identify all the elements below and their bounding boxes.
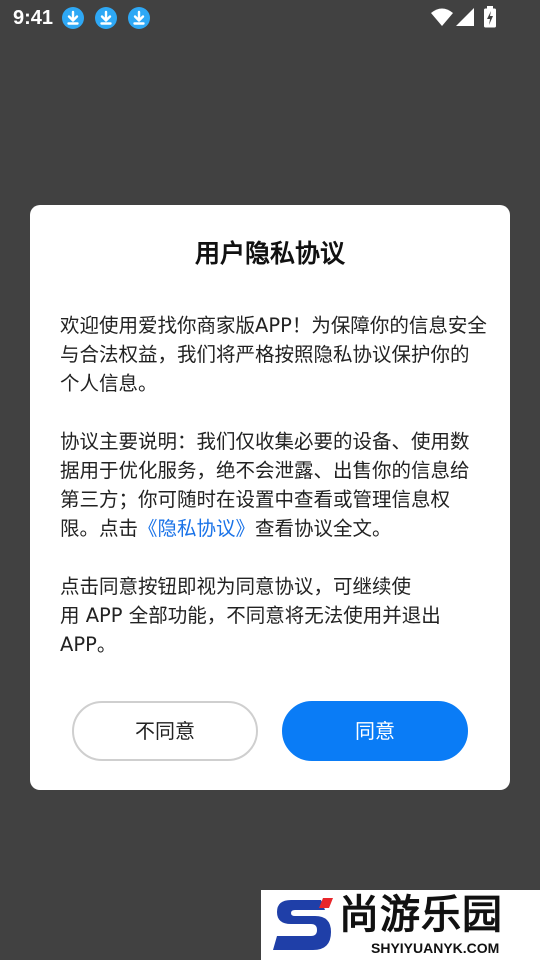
privacy-dialog: 用户隐私协议 欢迎使用爱找你商家版APP！为保障你的信息安全与合法权益，我们将严… bbox=[30, 205, 510, 790]
privacy-policy-link[interactable]: 《隐私协议》 bbox=[138, 517, 255, 540]
status-bar: 9:41 bbox=[0, 0, 540, 36]
dialog-title: 用户隐私协议 bbox=[194, 239, 345, 268]
cellular-signal-icon bbox=[456, 8, 474, 26]
watermark-domain: SHYIYUANYK.COM bbox=[371, 940, 500, 956]
download-icon bbox=[62, 7, 84, 29]
consent-line-1: 点击同意按钮即视为同意协议，可继续使 bbox=[60, 575, 412, 598]
intro-paragraph: 欢迎使用爱找你商家版APP！为保障你的信息安全与合法权益，我们将严格按照隐私协议… bbox=[60, 314, 487, 395]
site-watermark: 尚游乐园 SHYIYUANYK.COM bbox=[261, 890, 540, 960]
battery-charging-icon bbox=[484, 6, 496, 28]
summary-paragraph: 协议主要说明：我们仅收集必要的设备、使用数据用于优化服务，绝不会泄露、出售你的信… bbox=[60, 427, 488, 543]
site-logo-icon bbox=[273, 898, 333, 950]
wifi-icon bbox=[431, 8, 453, 26]
download-icon bbox=[128, 7, 150, 29]
consent-line-3: APP。 bbox=[60, 633, 117, 656]
consent-paragraph: 点击同意按钮即视为同意协议，可继续使用 APP 全部功能，不同意将无法使用并退出… bbox=[60, 572, 488, 659]
agree-button[interactable]: 同意 bbox=[282, 701, 468, 761]
status-time: 9:41 bbox=[13, 7, 54, 29]
summary-text-end: 查看协议全文。 bbox=[255, 517, 392, 540]
consent-line-2: 用 APP 全部功能，不同意将无法使用并退出 bbox=[60, 604, 441, 627]
watermark-name: 尚游乐园 bbox=[339, 892, 503, 938]
download-icon bbox=[95, 7, 117, 29]
dialog-body: 欢迎使用爱找你商家版APP！为保障你的信息安全与合法权益，我们将严格按照隐私协议… bbox=[60, 311, 488, 659]
decline-button[interactable]: 不同意 bbox=[72, 701, 258, 761]
